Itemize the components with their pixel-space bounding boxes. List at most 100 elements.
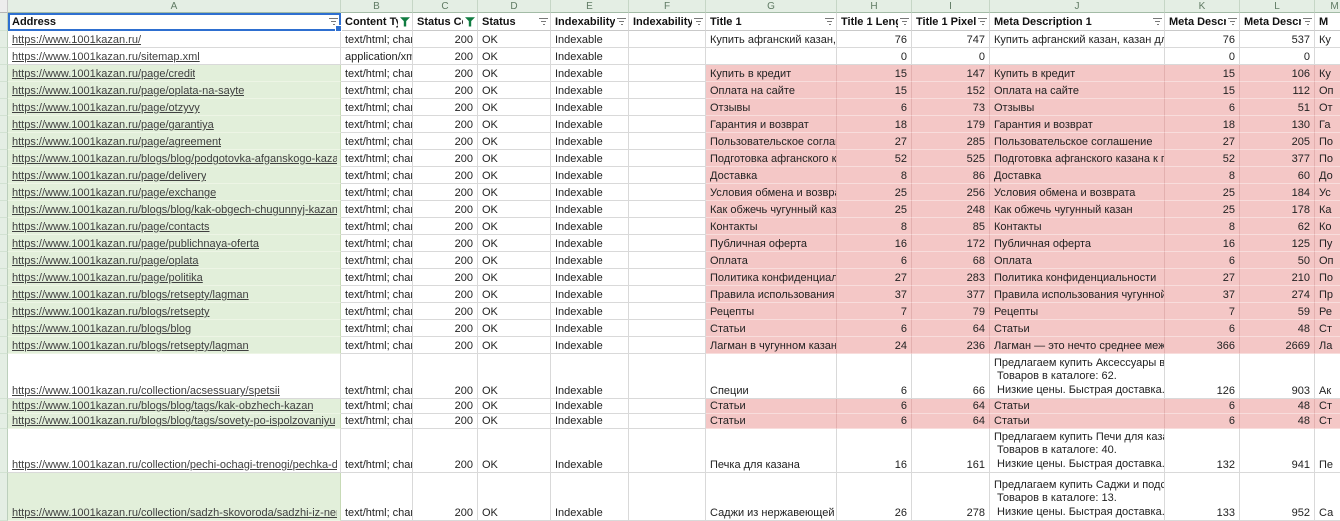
header-cell-indexability[interactable]: Indexability [551,13,629,31]
cell-meta_desc1_length[interactable]: 27 [1165,133,1240,150]
cell-title1_length[interactable]: 27 [837,269,912,286]
cell-address[interactable]: https://www.1001kazan.ru/page/garantiya [8,116,341,133]
cell-indexability[interactable]: Indexable [551,184,629,201]
url-link[interactable]: https://www.1001kazan.ru/blogs/blog [12,323,191,335]
cell-title1[interactable]: Саджи из нержавеющей стали [706,473,837,521]
cell-meta_description1[interactable]: Лагман — это нечто среднее между [990,337,1165,354]
cell-title1_pixel_width[interactable]: 179 [912,116,990,133]
cell-indexability_status[interactable] [629,133,706,150]
cell-indexability_status[interactable] [629,252,706,269]
cell-indexability[interactable]: Indexable [551,337,629,354]
cell-content_type[interactable]: text/html; charse [341,429,413,473]
funnel-lines-icon[interactable] [1303,18,1312,26]
cell-status_code[interactable]: 200 [413,150,478,167]
cell-status[interactable]: OK [478,337,551,354]
url-link[interactable]: https://www.1001kazan.ru/page/garantiya [12,119,214,131]
cell-title1_pixel_width[interactable]: 64 [912,320,990,337]
cell-meta_description1[interactable]: Оплата на сайте [990,82,1165,99]
cell-indexability_status[interactable] [629,269,706,286]
cell-indexability_status[interactable] [629,218,706,235]
cell-title1[interactable]: Купить афганский казан, казан для [706,31,837,48]
cell-meta_desc1_length[interactable]: 6 [1165,99,1240,116]
cell-meta_description1[interactable]: Условия обмена и возврата [990,184,1165,201]
cell-meta_desc1_length[interactable]: 16 [1165,235,1240,252]
cell-meta_desc1_pixel_width[interactable]: 903 [1240,354,1315,399]
cell-meta_desc1_pixel_width[interactable]: 48 [1240,414,1315,429]
cell-meta_description1[interactable]: Контакты [990,218,1165,235]
url-link[interactable]: https://www.1001kazan.ru/page/exchange [12,187,216,199]
cell-title1_pixel_width[interactable]: 64 [912,414,990,429]
column-letter-F[interactable]: F [629,0,706,13]
cell-indexability_status[interactable] [629,429,706,473]
cell-indexability[interactable]: Indexable [551,414,629,429]
cell-address[interactable]: https://www.1001kazan.ru/page/oplata-na-… [8,82,341,99]
cell-title1_pixel_width[interactable]: 172 [912,235,990,252]
cell-meta_desc1_length[interactable]: 7 [1165,303,1240,320]
cell-meta_desc1_length[interactable]: 76 [1165,31,1240,48]
cell-title1[interactable]: Отзывы [706,99,837,116]
cell-meta_desc1_pixel_width[interactable]: 377 [1240,150,1315,167]
cell-title1[interactable]: Как обжечь чугунный казан [706,201,837,218]
cell-col_m[interactable]: Ка [1315,201,1340,218]
cell-title1[interactable]: Купить в кредит [706,65,837,82]
header-cell-content_type[interactable]: Content Type [341,13,413,31]
cell-meta_desc1_length[interactable]: 15 [1165,82,1240,99]
cell-meta_description1[interactable]: Купить афганский казан, казан для п [990,31,1165,48]
cell-meta_desc1_length[interactable]: 27 [1165,269,1240,286]
cell-status_code[interactable]: 200 [413,48,478,65]
cell-meta_description1[interactable] [990,48,1165,65]
cell-meta_description1[interactable]: Доставка [990,167,1165,184]
cell-meta_description1[interactable]: Предлагаем купить Саджи и подстав Товаро… [990,473,1165,521]
cell-title1_pixel_width[interactable]: 73 [912,99,990,116]
cell-content_type[interactable]: text/html; charse [341,218,413,235]
cell-address[interactable]: https://www.1001kazan.ru/blogs/retsepty/… [8,337,341,354]
cell-meta_desc1_pixel_width[interactable]: 112 [1240,82,1315,99]
cell-meta_desc1_pixel_width[interactable]: 60 [1240,167,1315,184]
cell-title1_pixel_width[interactable]: 0 [912,48,990,65]
cell-meta_desc1_pixel_width[interactable]: 0 [1240,48,1315,65]
cell-title1[interactable]: Политика конфиденциальности [706,269,837,286]
url-link[interactable]: https://www.1001kazan.ru/blogs/blog/podg… [12,153,337,165]
column-letter-K[interactable]: K [1165,0,1240,13]
cell-meta_desc1_pixel_width[interactable]: 50 [1240,252,1315,269]
cell-title1[interactable]: Доставка [706,167,837,184]
funnel-lines-icon[interactable] [694,18,703,26]
cell-status_code[interactable]: 200 [413,269,478,286]
cell-meta_desc1_pixel_width[interactable]: 62 [1240,218,1315,235]
cell-title1_length[interactable]: 26 [837,473,912,521]
cell-col_m[interactable]: Оп [1315,252,1340,269]
cell-title1_length[interactable]: 6 [837,414,912,429]
url-link[interactable]: https://www.1001kazan.ru/ [12,34,141,46]
cell-content_type[interactable]: text/html; charse [341,399,413,414]
cell-title1_length[interactable]: 24 [837,337,912,354]
funnel-lines-icon[interactable] [1228,18,1237,26]
cell-indexability[interactable]: Indexable [551,429,629,473]
cell-title1_length[interactable]: 16 [837,429,912,473]
cell-status_code[interactable]: 200 [413,116,478,133]
header-cell-col_m[interactable]: M [1315,13,1340,31]
url-link[interactable]: https://www.1001kazan.ru/blogs/blog/tags… [12,415,335,427]
cell-col_m[interactable]: До [1315,167,1340,184]
cell-indexability[interactable]: Indexable [551,65,629,82]
url-link[interactable]: https://www.1001kazan.ru/blogs/retsepty/… [12,340,249,352]
cell-title1_pixel_width[interactable]: 248 [912,201,990,218]
cell-meta_desc1_length[interactable]: 25 [1165,201,1240,218]
cell-title1[interactable]: Рецепты [706,303,837,320]
column-letter-E[interactable]: E [551,0,629,13]
cell-indexability_status[interactable] [629,201,706,218]
cell-status[interactable]: OK [478,286,551,303]
cell-title1_length[interactable]: 0 [837,48,912,65]
cell-title1_pixel_width[interactable]: 525 [912,150,990,167]
cell-content_type[interactable]: text/html; charse [341,99,413,116]
cell-title1_length[interactable]: 8 [837,167,912,184]
cell-title1_length[interactable]: 16 [837,235,912,252]
url-link[interactable]: https://www.1001kazan.ru/page/publichnay… [12,238,259,250]
cell-indexability[interactable]: Indexable [551,150,629,167]
cell-meta_description1[interactable]: Правила использования чугунной по [990,286,1165,303]
cell-meta_desc1_pixel_width[interactable]: 130 [1240,116,1315,133]
cell-title1_length[interactable]: 76 [837,31,912,48]
cell-col_m[interactable]: Га [1315,116,1340,133]
cell-indexability_status[interactable] [629,337,706,354]
cell-indexability[interactable]: Indexable [551,31,629,48]
cell-title1_pixel_width[interactable]: 79 [912,303,990,320]
